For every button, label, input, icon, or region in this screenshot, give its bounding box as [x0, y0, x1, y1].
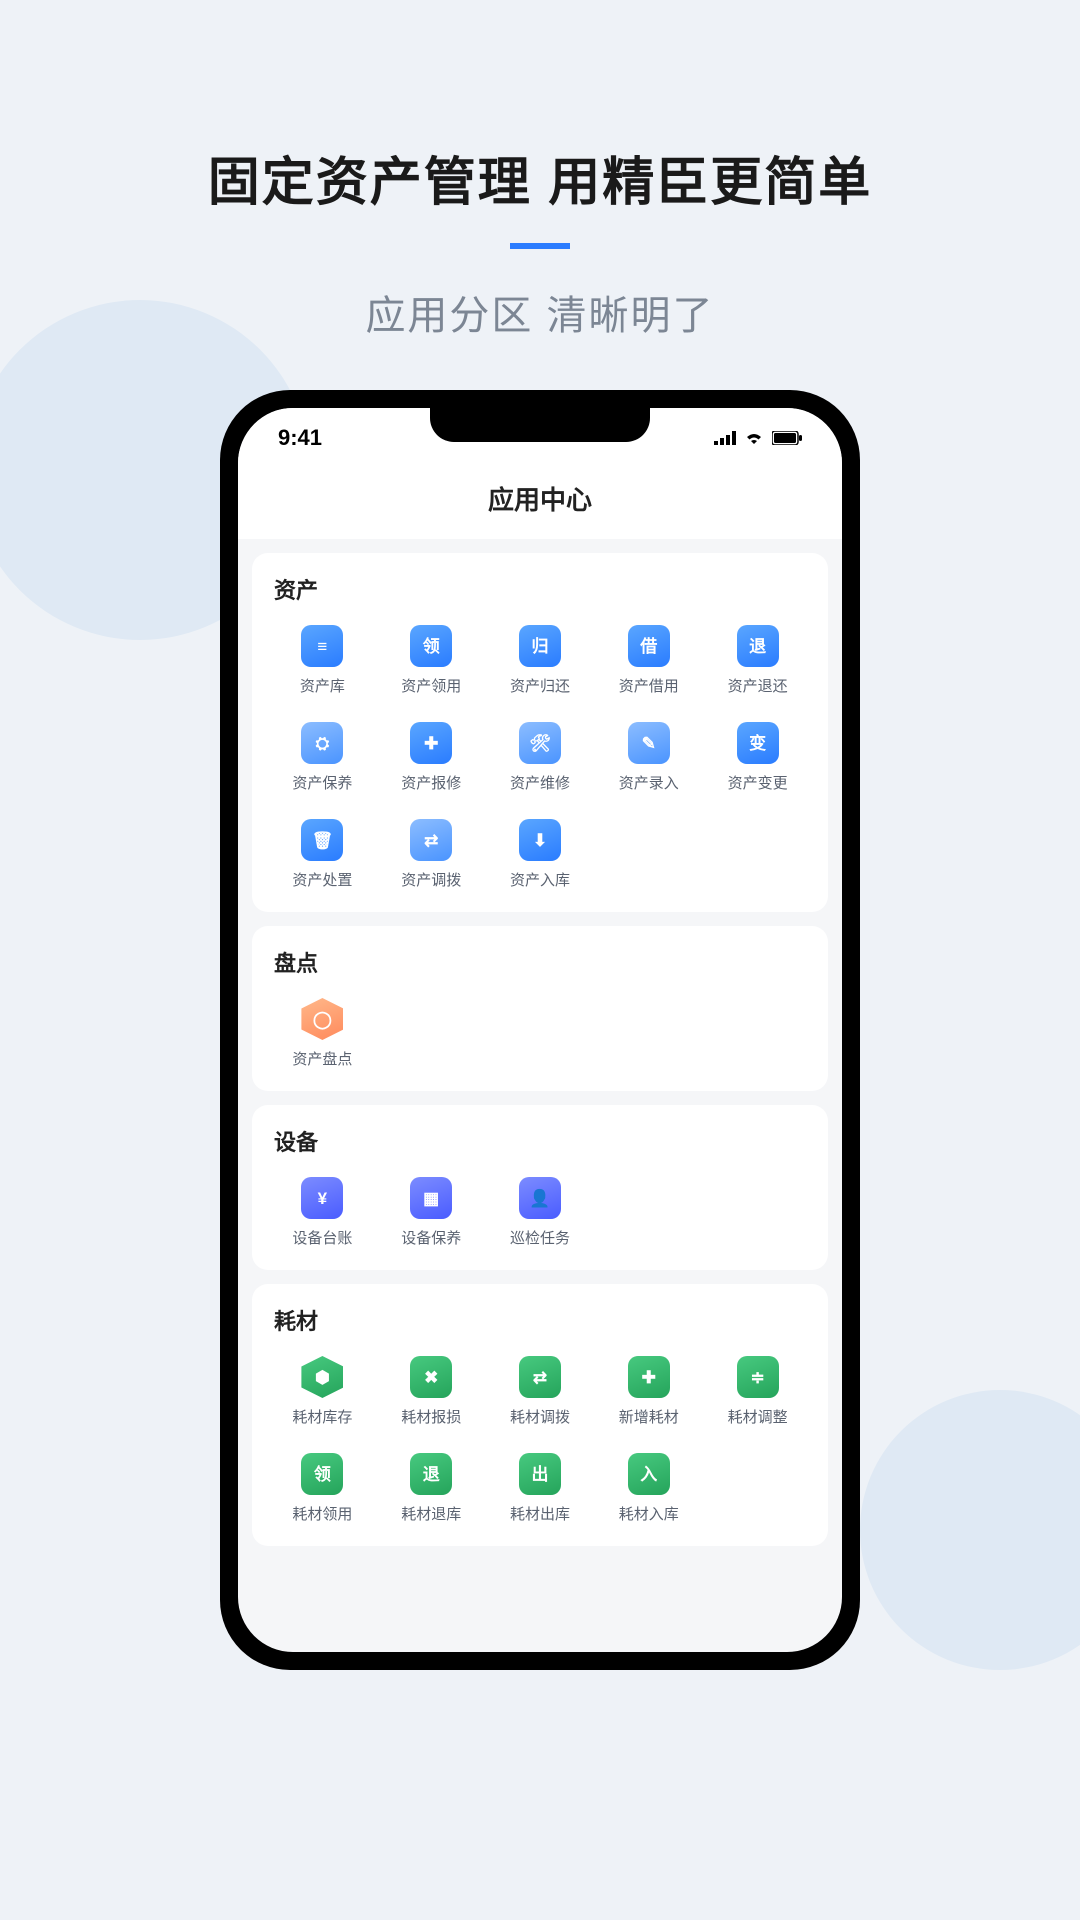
- section-assets: 资产 ≡ 资产库 领资产领用 归资产归还 借资产借用 退资产退还 ⛭ 资产保养 ✚ 资…: [252, 553, 828, 912]
- app-label: 耗材领用: [292, 1503, 352, 1524]
- status-time: 9:41: [278, 425, 322, 451]
- app-label: 耗材退库: [401, 1503, 461, 1524]
- ledger-icon: ¥: [301, 1177, 343, 1219]
- app-label: 资产变更: [728, 772, 788, 793]
- section-title: 耗材: [268, 1304, 812, 1336]
- swap-icon: ⇄: [410, 819, 452, 861]
- app-consumable-stock[interactable]: ⬢ 耗材库存: [268, 1350, 377, 1441]
- app-consumable-new[interactable]: ✚ 新增耗材: [594, 1350, 703, 1441]
- hero-subtitle: 应用分区 清晰明了: [0, 283, 1080, 341]
- app-equipment-ledger[interactable]: ¥ 设备台账: [268, 1171, 377, 1262]
- status-icons: [714, 431, 802, 445]
- app-inspection-task[interactable]: 👤 巡检任务: [486, 1171, 595, 1262]
- app-equipment-maintain[interactable]: ▦ 设备保养: [377, 1171, 486, 1262]
- trash-icon: 🗑: [301, 819, 343, 861]
- app-label: 耗材入库: [619, 1503, 679, 1524]
- badge-icon: 出: [519, 1453, 561, 1495]
- app-asset-dispose[interactable]: 🗑 资产处置: [268, 813, 377, 904]
- section-title: 设备: [268, 1125, 812, 1157]
- app-label: 资产退还: [728, 675, 788, 696]
- app-asset-giveback[interactable]: 退资产退还: [703, 619, 812, 710]
- app-label: 耗材调拨: [510, 1406, 570, 1427]
- app-consumable-return[interactable]: 退耗材退库: [377, 1447, 486, 1538]
- badge-icon: 归: [519, 625, 561, 667]
- file-x-icon: ✖: [410, 1356, 452, 1398]
- app-asset-transfer[interactable]: ⇄ 资产调拨: [377, 813, 486, 904]
- app-label: 巡检任务: [510, 1227, 570, 1248]
- app-label: 资产库: [300, 675, 345, 696]
- app-asset-repair-request[interactable]: ✚ 资产报修: [377, 716, 486, 807]
- app-consumable-scrap[interactable]: ✖ 耗材报损: [377, 1350, 486, 1441]
- app-consumable-adjust[interactable]: ≑ 耗材调整: [703, 1350, 812, 1441]
- app-label: 设备保养: [401, 1227, 461, 1248]
- app-asset-check[interactable]: ◯ 资产盘点: [268, 992, 377, 1083]
- app-consumable-in[interactable]: 入耗材入库: [594, 1447, 703, 1538]
- badge-icon: 入: [628, 1453, 670, 1495]
- phone-screen: 9:41 应用中心 资产 ≡资产库 领资产领用 归资产归还 借资产借用 退资产退…: [238, 408, 842, 1652]
- adjust-icon: ≑: [737, 1356, 779, 1398]
- phone-frame: 9:41 应用中心 资产 ≡资产库 领资产领用 归资产归还 借资产借用 退资产退…: [220, 390, 860, 1670]
- app-label: 资产领用: [401, 675, 461, 696]
- app-label: 耗材报损: [401, 1406, 461, 1427]
- download-icon: ⬇: [519, 819, 561, 861]
- app-asset-request[interactable]: 领资产领用: [377, 619, 486, 710]
- section-inventory: 盘点 ◯ 资产盘点: [252, 926, 828, 1091]
- swap-icon: ⇄: [519, 1356, 561, 1398]
- section-title: 盘点: [268, 946, 812, 978]
- app-asset-entry[interactable]: ✎ 资产录入: [594, 716, 703, 807]
- user-icon: 👤: [519, 1177, 561, 1219]
- tools-icon: 🛠: [519, 722, 561, 764]
- app-consumable-out[interactable]: 出耗材出库: [486, 1447, 595, 1538]
- app-label: 资产保养: [292, 772, 352, 793]
- list-icon: ≡: [301, 625, 343, 667]
- badge-icon: 变: [737, 722, 779, 764]
- app-label: 资产盘点: [292, 1048, 352, 1069]
- app-asset-return[interactable]: 归资产归还: [486, 619, 595, 710]
- battery-icon: [772, 431, 802, 445]
- page-title: 应用中心: [238, 468, 842, 539]
- edit-icon: ✎: [628, 722, 670, 764]
- app-asset-borrow[interactable]: 借资产借用: [594, 619, 703, 710]
- app-label: 耗材出库: [510, 1503, 570, 1524]
- plus-icon: ✚: [628, 1356, 670, 1398]
- phone-notch: [430, 408, 650, 442]
- app-label: 资产归还: [510, 675, 570, 696]
- app-label: 资产入库: [510, 869, 570, 890]
- hero-underline: [510, 243, 570, 249]
- app-asset-repair[interactable]: 🛠 资产维修: [486, 716, 595, 807]
- app-label: 资产借用: [619, 675, 679, 696]
- app-asset-maintain[interactable]: ⛭ 资产保养: [268, 716, 377, 807]
- badge-icon: 借: [628, 625, 670, 667]
- badge-icon: 退: [410, 1453, 452, 1495]
- signal-icon: [714, 431, 736, 445]
- app-label: 新增耗材: [619, 1406, 679, 1427]
- app-consumable-request[interactable]: 领耗材领用: [268, 1447, 377, 1538]
- hero-title: 固定资产管理 用精臣更简单: [0, 140, 1080, 215]
- badge-icon: 领: [410, 625, 452, 667]
- app-label: 设备台账: [292, 1227, 352, 1248]
- toolbox-icon: ✚: [410, 722, 452, 764]
- app-asset-repository[interactable]: ≡ 资产库: [268, 619, 377, 710]
- wifi-icon: [744, 431, 764, 445]
- cube-icon: ⬢: [301, 1356, 343, 1398]
- app-label: 资产调拨: [401, 869, 461, 890]
- section-consumables: 耗材 ⬢ 耗材库存 ✖ 耗材报损 ⇄ 耗材调拨 ✚ 新增耗材 ≑ 耗材调整 领耗材领用 退…: [252, 1284, 828, 1546]
- search-hex-icon: ◯: [301, 998, 343, 1040]
- app-label: 资产维修: [510, 772, 570, 793]
- app-asset-inbound[interactable]: ⬇ 资产入库: [486, 813, 595, 904]
- background-circle: [860, 1390, 1080, 1670]
- app-consumable-transfer[interactable]: ⇄ 耗材调拨: [486, 1350, 595, 1441]
- section-equipment: 设备 ¥ 设备台账 ▦ 设备保养 👤 巡检任务: [252, 1105, 828, 1270]
- card-icon: ▦: [410, 1177, 452, 1219]
- app-label: 资产录入: [619, 772, 679, 793]
- app-label: 资产报修: [401, 772, 461, 793]
- badge-icon: 领: [301, 1453, 343, 1495]
- section-title: 资产: [268, 573, 812, 605]
- app-asset-change[interactable]: 变资产变更: [703, 716, 812, 807]
- app-label: 耗材库存: [292, 1406, 352, 1427]
- monitor-icon: ⛭: [301, 722, 343, 764]
- badge-icon: 退: [737, 625, 779, 667]
- app-label: 耗材调整: [728, 1406, 788, 1427]
- app-label: 资产处置: [292, 869, 352, 890]
